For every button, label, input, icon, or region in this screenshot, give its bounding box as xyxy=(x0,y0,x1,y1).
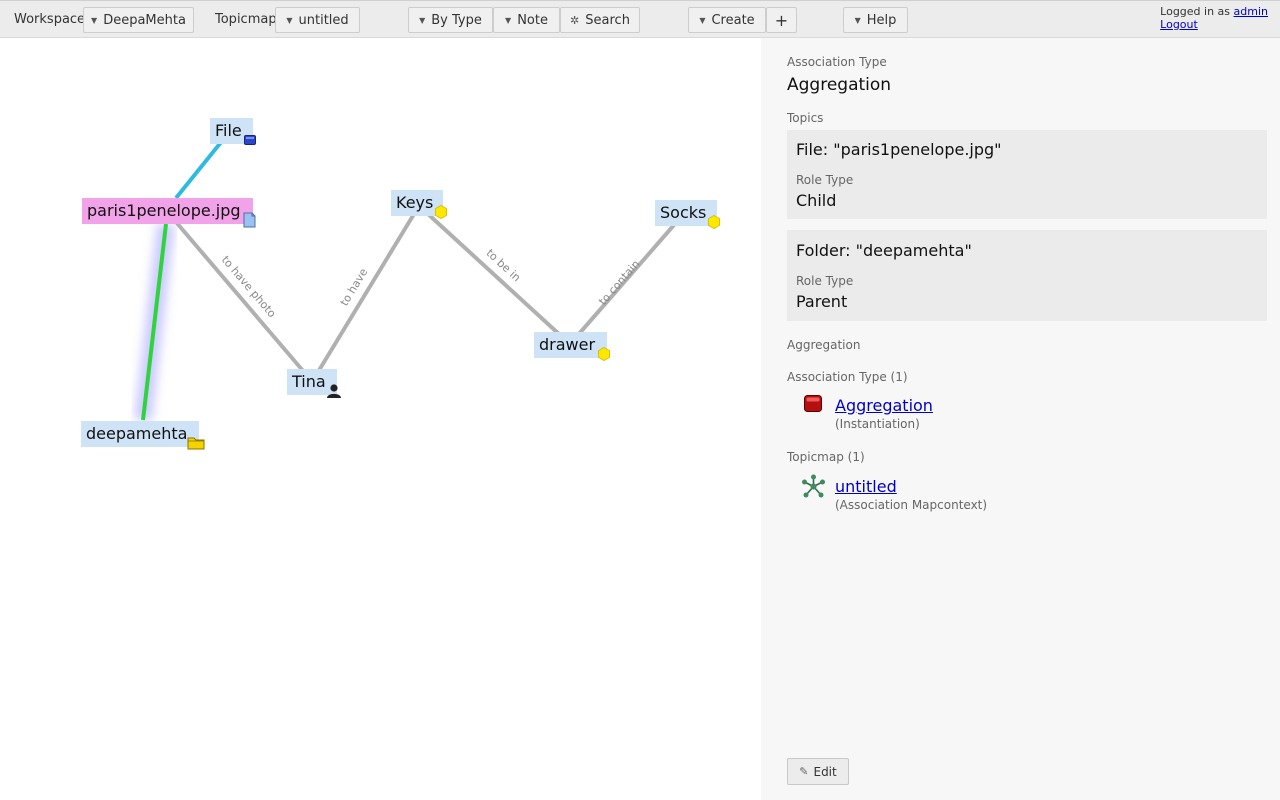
create-label: Create xyxy=(711,12,755,28)
related-association-type-header: Association Type (1) xyxy=(787,370,908,384)
folder-icon xyxy=(187,437,205,450)
association-type-value: Aggregation xyxy=(787,75,892,95)
logout-line: Logout xyxy=(1160,18,1268,31)
note-label: Note xyxy=(517,12,548,28)
by-type-button[interactable]: ▼ By Type xyxy=(408,7,493,33)
search-label: Search xyxy=(585,12,630,28)
item-dot-icon xyxy=(707,215,721,229)
dropdown-arrow-icon: ▼ xyxy=(854,15,861,25)
gear-icon: ✲ xyxy=(570,13,580,27)
association-layer: to have photo to have to be in to contai… xyxy=(134,139,676,422)
related-topicmap-link[interactable]: untitled xyxy=(835,477,897,496)
related-aggregation-sub: (Instantiation) xyxy=(835,417,920,431)
association-line-to-be-in[interactable] xyxy=(426,212,562,337)
logged-in-text: Logged in as xyxy=(1160,5,1231,18)
topicmap-canvas[interactable]: to have photo to have to be in to contai… xyxy=(0,38,761,800)
role-type-label: Role Type xyxy=(796,274,854,288)
topics-label: Topics xyxy=(787,111,824,125)
item-dot-icon xyxy=(434,205,448,219)
section-label: Aggregation xyxy=(787,338,861,352)
edit-label: Edit xyxy=(813,764,837,779)
help-button[interactable]: ▼ Help xyxy=(843,7,908,33)
topic-title: Folder: "deepamehta" xyxy=(796,241,972,260)
workspace-label: Workspace xyxy=(14,12,86,27)
file-icon xyxy=(243,212,256,228)
by-type-label: By Type xyxy=(431,12,482,28)
topicmap-select[interactable]: ▼ untitled xyxy=(275,7,360,33)
aggregation-type-icon xyxy=(804,395,822,412)
association-type-label: Association Type xyxy=(787,55,887,69)
logged-in-line: Logged in as admin xyxy=(1160,5,1268,18)
topic-role-card-child: File: "paris1penelope.jpg" Role Type Chi… xyxy=(787,130,1267,219)
dropdown-arrow-icon: ▼ xyxy=(91,15,98,25)
association-label: to contain xyxy=(596,258,642,308)
association-line-to-have[interactable] xyxy=(316,212,416,374)
pencil-icon: ✎ xyxy=(799,765,809,778)
workspace-select[interactable]: ▼ DeepaMehta xyxy=(83,7,194,33)
role-type-label: Role Type xyxy=(796,173,854,187)
related-topicmap-header: Topicmap (1) xyxy=(787,450,865,464)
topicmap-icon xyxy=(802,474,825,498)
login-status: Logged in as admin Logout xyxy=(1160,5,1268,31)
association-line-instantiation[interactable] xyxy=(174,139,224,200)
dropdown-arrow-icon: ▼ xyxy=(699,15,706,25)
topicmap-label: Topicmap xyxy=(215,12,277,27)
search-button[interactable]: ✲ Search xyxy=(560,7,640,33)
logout-link[interactable]: Logout xyxy=(1160,18,1198,31)
workspace-select-value: DeepaMehta xyxy=(103,12,186,28)
topic-paris1penelope-jpg[interactable]: paris1penelope.jpg xyxy=(82,198,253,224)
create-button[interactable]: ▼ Create xyxy=(688,7,766,33)
add-label: + xyxy=(774,10,789,30)
note-button[interactable]: ▼ Note xyxy=(493,7,560,33)
dropdown-arrow-icon: ▼ xyxy=(505,15,512,25)
related-aggregation-link[interactable]: Aggregation xyxy=(835,396,933,415)
association-line-to-have-photo[interactable] xyxy=(174,220,306,374)
person-icon xyxy=(327,384,341,398)
dropdown-arrow-icon: ▼ xyxy=(419,15,426,25)
toolbar: Workspace ▼ DeepaMehta Topicmap ▼ untitl… xyxy=(0,0,1280,38)
detail-panel: Association Type Aggregation Topics File… xyxy=(761,38,1280,800)
help-label: Help xyxy=(866,12,897,28)
edit-button[interactable]: ✎ Edit xyxy=(787,758,849,785)
topic-deepamehta[interactable]: deepamehta xyxy=(81,421,199,447)
user-link[interactable]: admin xyxy=(1234,5,1268,18)
add-button[interactable]: + xyxy=(766,7,797,33)
file-type-icon xyxy=(244,135,256,145)
topic-role-card-parent: Folder: "deepamehta" Role Type Parent xyxy=(787,230,1267,321)
item-dot-icon xyxy=(597,347,611,361)
topicmap-select-value: untitled xyxy=(298,12,349,28)
related-topicmap-sub: (Association Mapcontext) xyxy=(835,498,988,512)
association-label: to be in xyxy=(484,246,524,284)
association-label: to have xyxy=(338,266,371,308)
topic-title: File: "paris1penelope.jpg" xyxy=(796,140,1002,159)
dropdown-arrow-icon: ▼ xyxy=(286,15,293,25)
role-type-value: Child xyxy=(796,191,837,210)
role-type-value: Parent xyxy=(796,292,848,311)
